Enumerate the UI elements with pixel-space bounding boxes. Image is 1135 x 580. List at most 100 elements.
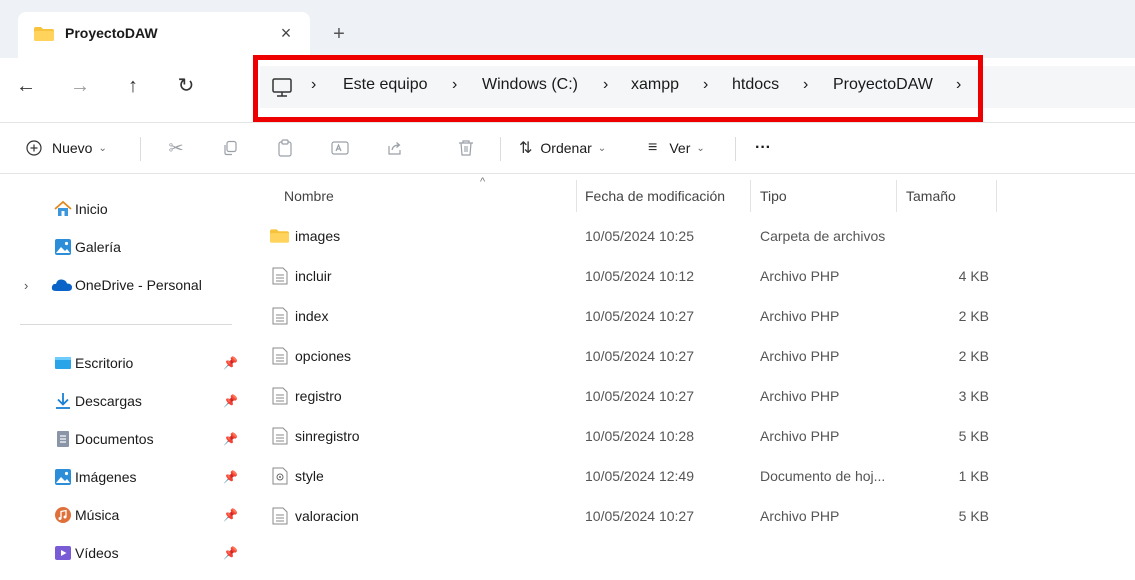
chevron-down-icon: ⌄ [696, 142, 705, 154]
divider [735, 137, 736, 161]
chevron-right-icon[interactable]: › [24, 278, 28, 293]
sort-icon: ⇅ [519, 140, 533, 157]
pin-icon[interactable]: 📌 [223, 394, 238, 408]
new-tab-button[interactable]: + [327, 22, 351, 46]
file-modified: 10/05/2024 12:49 [585, 468, 694, 484]
divider [140, 137, 141, 161]
file-row[interactable]: valoracion 10/05/2024 10:27 Archivo PHP … [258, 507, 1135, 548]
plus-circle-icon [26, 140, 42, 156]
view-button-label: Ver [669, 140, 691, 156]
file-size: 5 KB [958, 428, 989, 444]
file-row[interactable]: incluir 10/05/2024 10:12 Archivo PHP 4 K… [258, 267, 1135, 308]
file-modified: 10/05/2024 10:27 [585, 348, 694, 364]
highlight-annotation [253, 55, 983, 122]
pin-icon[interactable]: 📌 [223, 356, 238, 370]
file-name: images [295, 228, 341, 244]
column-header-type[interactable]: Tipo [760, 188, 787, 204]
delete-icon[interactable] [454, 136, 478, 160]
sidebar-item-label: Imágenes [75, 469, 137, 485]
file-modified: 10/05/2024 10:12 [585, 268, 694, 284]
pictures-icon [55, 469, 71, 485]
file-type: Carpeta de archivos [760, 228, 886, 244]
file-modified: 10/05/2024 10:25 [585, 228, 694, 244]
column-divider[interactable] [996, 180, 997, 212]
sort-button-label: Ordenar [540, 140, 592, 156]
file-row[interactable]: registro 10/05/2024 10:27 Archivo PHP 3 … [258, 387, 1135, 428]
file-modified: 10/05/2024 10:27 [585, 308, 694, 324]
sort-button[interactable]: ⇅ Ordenar ⌄ [519, 135, 606, 161]
navigation-pane: Inicio Galería › OneDrive - Personal Esc… [0, 176, 258, 580]
sidebar-item-label: Descargas [75, 393, 142, 409]
chevron-down-icon: ⌄ [597, 142, 607, 154]
file-size: 5 KB [958, 508, 989, 524]
forward-arrow-icon[interactable]: → [66, 72, 94, 100]
file-icon [272, 307, 288, 325]
sidebar-item-downloads[interactable]: Descargas 📌 [0, 384, 250, 418]
more-options-button[interactable]: ··· [755, 135, 771, 161]
pin-icon[interactable]: 📌 [223, 508, 238, 522]
file-type: Documento de hoj... [760, 468, 886, 484]
share-icon[interactable] [383, 136, 407, 160]
file-list: ^ Nombre Fecha de modificación Tipo Tama… [258, 176, 1135, 580]
new-button[interactable]: Nuevo ⌄ [26, 135, 107, 161]
cloud-icon [51, 279, 72, 291]
up-arrow-icon[interactable]: ↑ [119, 72, 147, 100]
sidebar-item-label: Documentos [75, 431, 154, 447]
sidebar-item-music[interactable]: Música 📌 [0, 498, 250, 532]
file-icon [272, 507, 288, 525]
sidebar-item-gallery[interactable]: Galería [0, 230, 250, 264]
tab-proyectodaw[interactable]: ProyectoDAW × [18, 12, 310, 58]
close-icon[interactable]: × [275, 22, 297, 44]
column-divider[interactable] [896, 180, 897, 212]
sidebar-item-pictures[interactable]: Imágenes 📌 [0, 460, 250, 494]
pin-icon[interactable]: 📌 [223, 470, 238, 484]
file-row[interactable]: index 10/05/2024 10:27 Archivo PHP 2 KB [258, 307, 1135, 348]
file-type: Archivo PHP [760, 308, 840, 324]
videos-icon [55, 546, 71, 560]
column-divider[interactable] [750, 180, 751, 212]
file-icon [272, 267, 288, 285]
folder-icon [34, 27, 54, 41]
view-icon: ≡ [648, 139, 658, 156]
tab-strip: ProyectoDAW × + [0, 0, 1135, 58]
rename-icon[interactable] [328, 136, 352, 160]
home-icon [54, 200, 72, 216]
cut-icon[interactable]: ✂ [164, 136, 188, 160]
file-type: Archivo PHP [760, 428, 840, 444]
sidebar-item-videos[interactable]: Vídeos 📌 [0, 536, 250, 570]
column-divider[interactable] [576, 180, 577, 212]
tab-title: ProyectoDAW [65, 25, 158, 41]
file-name: style [295, 468, 324, 484]
sidebar-item-desktop[interactable]: Escritorio 📌 [0, 346, 250, 380]
column-header-size[interactable]: Tamaño [906, 188, 956, 204]
file-name: sinregistro [295, 428, 360, 444]
file-row[interactable]: opciones 10/05/2024 10:27 Archivo PHP 2 … [258, 347, 1135, 388]
stylesheet-icon [272, 467, 288, 485]
file-name: opciones [295, 348, 352, 364]
downloads-icon [56, 393, 70, 409]
file-row[interactable]: style 10/05/2024 12:49 Documento de hoj.… [258, 467, 1135, 508]
file-row[interactable]: sinregistro 10/05/2024 10:28 Archivo PHP… [258, 427, 1135, 468]
view-button[interactable]: ≡ Ver ⌄ [648, 135, 705, 161]
file-type: Archivo PHP [760, 268, 840, 284]
column-header-name[interactable]: Nombre [284, 188, 334, 204]
sidebar-item-label: Música [75, 507, 120, 523]
file-size: 2 KB [958, 308, 989, 324]
column-header-modified[interactable]: Fecha de modificación [585, 188, 725, 204]
file-row[interactable]: images 10/05/2024 10:25 Carpeta de archi… [258, 228, 1135, 268]
file-icon [272, 347, 288, 365]
documents-icon [57, 431, 69, 447]
copy-icon[interactable] [218, 136, 242, 160]
sidebar-item-home[interactable]: Inicio [0, 192, 250, 226]
divider [20, 324, 232, 325]
paste-icon[interactable] [273, 136, 297, 160]
sidebar-item-label: Galería [75, 239, 121, 255]
sidebar-item-onedrive[interactable]: › OneDrive - Personal [0, 268, 250, 302]
file-modified: 10/05/2024 10:28 [585, 428, 694, 444]
sidebar-item-label: Vídeos [75, 545, 119, 561]
back-arrow-icon[interactable]: ← [12, 72, 40, 100]
refresh-icon[interactable]: ↻ [172, 72, 200, 100]
pin-icon[interactable]: 📌 [223, 432, 238, 446]
pin-icon[interactable]: 📌 [223, 546, 238, 560]
sidebar-item-documents[interactable]: Documentos 📌 [0, 422, 250, 456]
